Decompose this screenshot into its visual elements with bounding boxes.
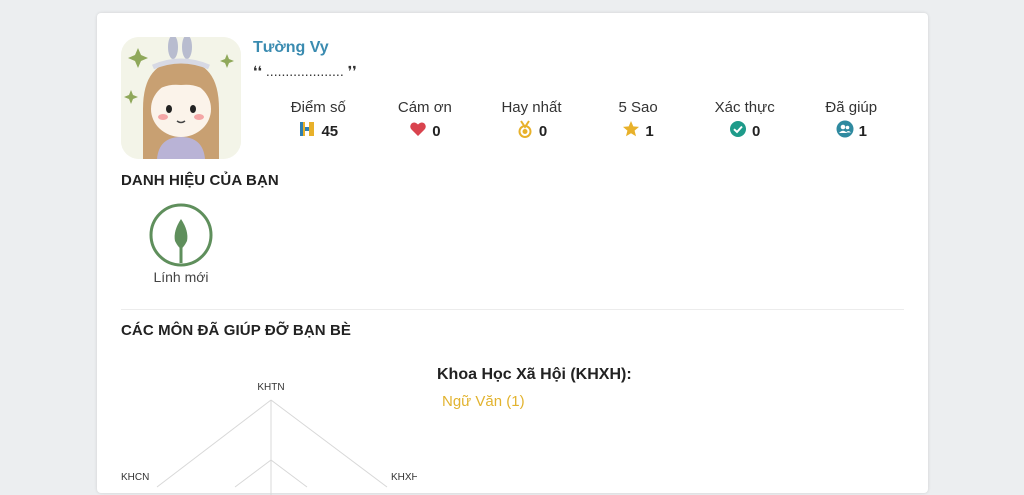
stats-bar: Điểm số 45 Cám ơn 0 Hay nhất 0 5 Sao 1 X…	[265, 99, 905, 142]
avatar[interactable]	[121, 37, 241, 159]
titles-heading: DANH HIỆU CỦA BẠN	[121, 172, 279, 189]
stat-score: Điểm số 45	[265, 99, 372, 142]
stat-value: 0	[538, 122, 548, 140]
radar-label-khtn: KHTN	[257, 382, 284, 393]
username[interactable]: Tường Vy	[253, 39, 329, 57]
subjects-radar-chart: KHTN KHXH KHCN	[121, 382, 417, 495]
stat-label: 5 Sao	[618, 99, 658, 116]
profile-card: Tường Vy ❛❛ .................... ❜❜ Điểm…	[97, 13, 928, 495]
badge-label: Lính mới	[153, 269, 209, 285]
stat-label: Hay nhất	[501, 99, 562, 116]
subject-group-title: Khoa Học Xã Hội (KHXH):	[437, 366, 632, 383]
radar-label-khxh: KHXH	[391, 472, 417, 483]
stat-label: Điểm số	[290, 99, 346, 116]
stat-value: 0	[432, 122, 441, 140]
stat-label: Cám ơn	[397, 99, 452, 116]
profile-quote: ❛❛ .................... ❜❜	[253, 63, 357, 79]
stat-best: Hay nhất 0	[478, 99, 585, 142]
score-icon	[298, 120, 316, 142]
section-divider	[121, 309, 904, 310]
star-icon	[622, 120, 640, 142]
heart-icon	[409, 120, 427, 142]
subject-item[interactable]: Ngữ Văn (1)	[442, 393, 525, 410]
stat-label: Đã giúp	[825, 99, 878, 116]
stat-helped: Đã giúp 1	[798, 99, 905, 142]
radar-label-khcn: KHCN	[121, 472, 149, 483]
stat-value: 1	[858, 122, 867, 140]
stat-value: 45	[321, 122, 339, 140]
stat-verified: Xác thực 0	[691, 99, 798, 142]
leaf-icon	[149, 203, 213, 267]
subjects-heading: CÁC MÔN ĐÃ GIÚP ĐỠ BẠN BÈ	[121, 322, 352, 339]
users-icon	[836, 120, 854, 142]
stat-value: 1	[645, 122, 654, 140]
badge-newbie[interactable]	[149, 203, 213, 267]
medal-icon	[516, 120, 534, 142]
stat-label: Xác thực	[714, 99, 775, 116]
stat-five-star: 5 Sao 1	[585, 99, 692, 142]
stat-value: 0	[752, 122, 761, 140]
verified-icon	[729, 120, 747, 142]
stat-thanks: Cám ơn 0	[372, 99, 479, 142]
